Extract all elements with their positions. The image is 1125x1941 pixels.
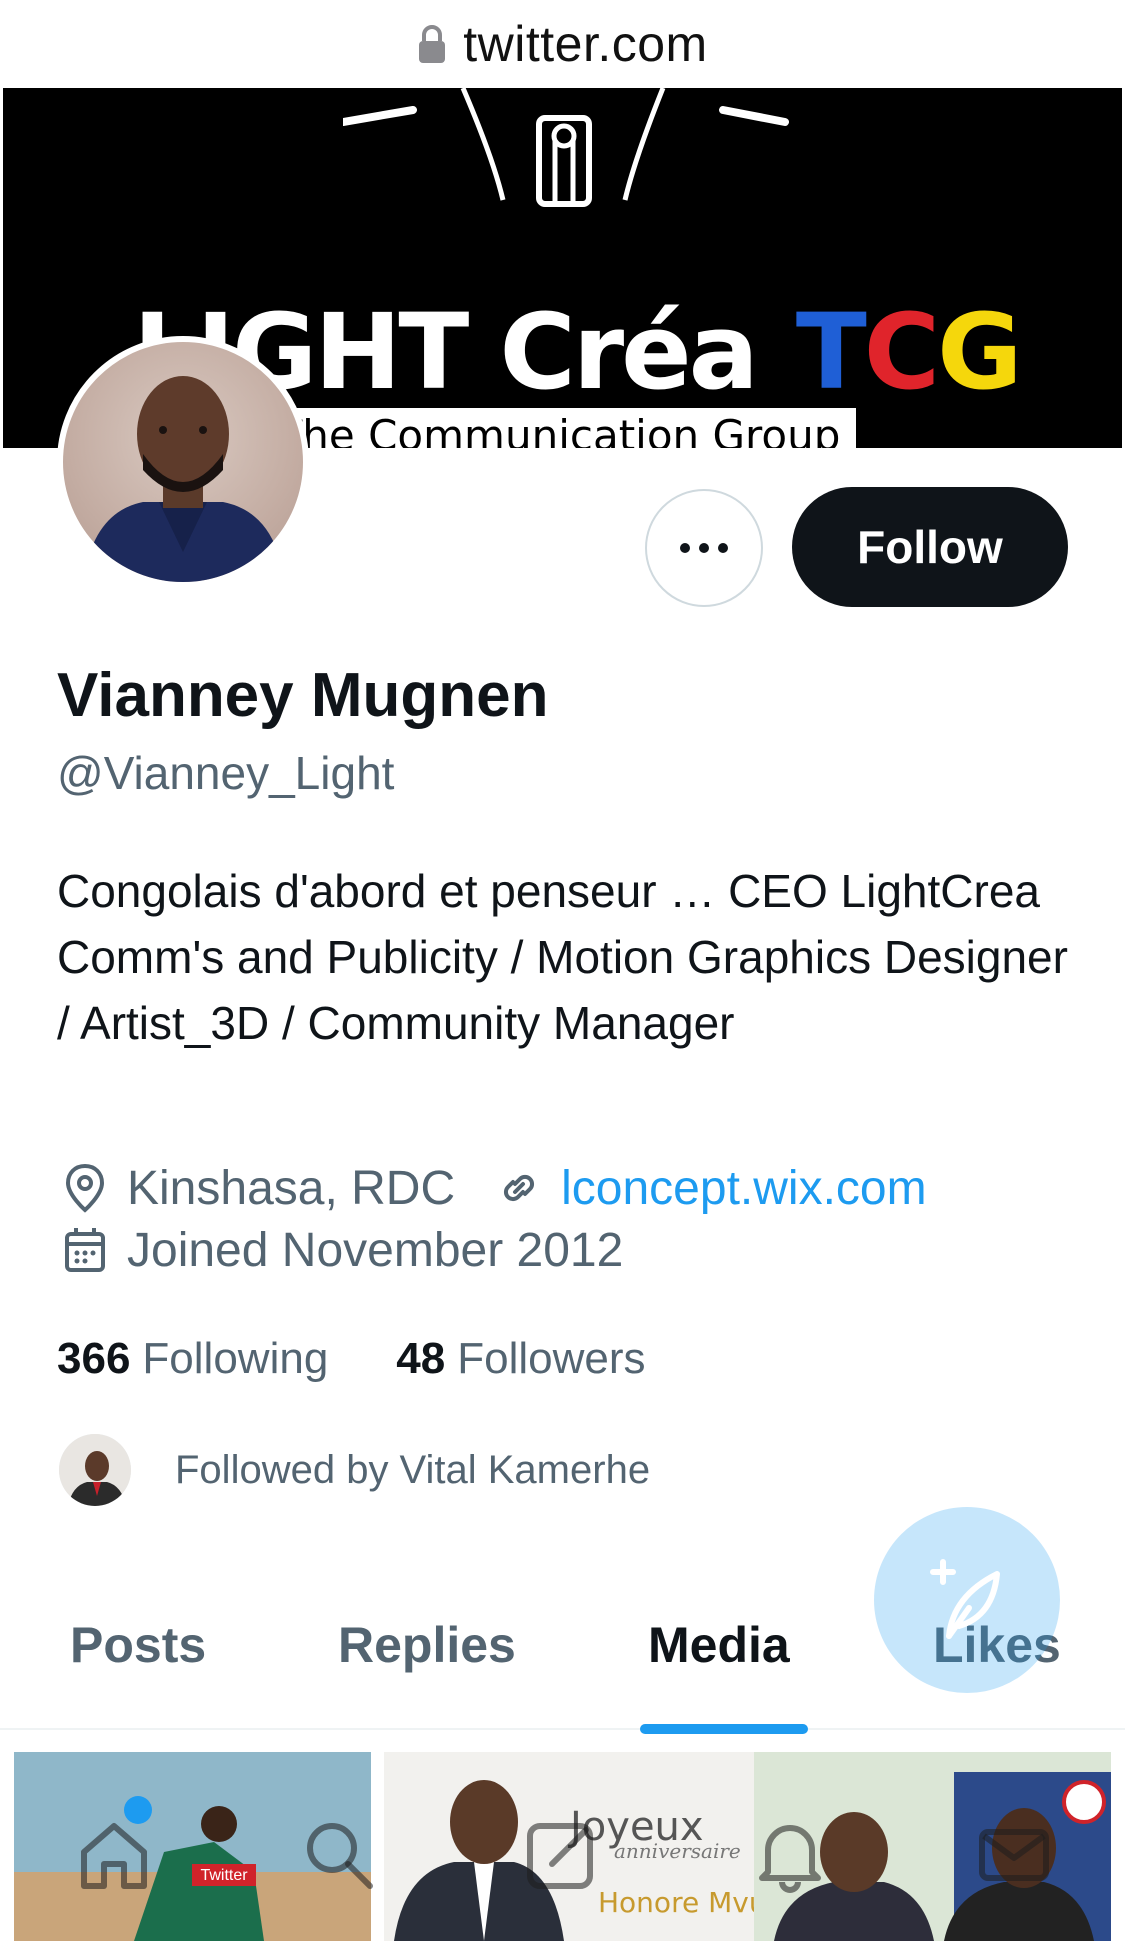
compose-icon[interactable]: [520, 1812, 604, 1896]
followers-count: 48: [396, 1334, 446, 1383]
url-bar[interactable]: twitter.com: [0, 0, 1125, 88]
profile-joined: Joined November 2012: [127, 1223, 624, 1277]
banner-tagline: The Communication Group: [261, 408, 856, 448]
profile-name: Vianney Mugnen: [57, 661, 549, 730]
logo-c: C: [863, 291, 940, 413]
tab-replies[interactable]: Replies: [338, 1616, 516, 1674]
bulb-graphic: [343, 88, 789, 207]
lock-icon: [417, 24, 447, 64]
profile-bio: Congolais d'abord et penseur … CEO Light…: [57, 865, 1068, 1049]
followed-by-text: Followed by Vital Kamerhe: [175, 1447, 651, 1492]
compose-feather-icon: [930, 1559, 1000, 1639]
following-link[interactable]: 366 Following: [57, 1334, 328, 1384]
active-tab-indicator: [640, 1724, 808, 1734]
profile-handle: @Vianney_Light: [57, 747, 395, 799]
avatar-portrait: [83, 376, 285, 582]
more-icon-dot: [699, 543, 709, 553]
logo-tcg: T C G: [795, 291, 1023, 413]
search-icon[interactable]: [296, 1812, 380, 1896]
logo-g: G: [937, 291, 1022, 413]
profile-meta-row: Kinshasa, RDC lconcept.wix.com: [57, 1160, 927, 1216]
more-icon-dot: [718, 543, 728, 553]
url-domain: twitter.com: [463, 16, 708, 72]
more-icon: [680, 543, 690, 553]
calendar-icon: [57, 1222, 113, 1278]
following-label: Following: [142, 1334, 329, 1383]
home-notification-dot: [124, 1796, 152, 1824]
followers-label: Followers: [457, 1334, 646, 1383]
profile-location: Kinshasa, RDC: [127, 1161, 456, 1215]
mail-icon[interactable]: [972, 1812, 1056, 1896]
home-icon[interactable]: [72, 1812, 156, 1896]
compose-fab-button[interactable]: [874, 1507, 1060, 1693]
follow-stats: 366 Following 48 Followers: [57, 1334, 646, 1384]
bell-icon[interactable]: [748, 1812, 832, 1896]
tab-media[interactable]: Media: [648, 1616, 790, 1674]
follow-button[interactable]: Follow: [792, 487, 1068, 607]
follower-avatar: [57, 1432, 133, 1508]
followed-by[interactable]: Followed by Vital Kamerhe: [57, 1432, 650, 1508]
link-icon: [491, 1160, 547, 1216]
bottom-nav: [0, 1790, 1125, 1941]
profile-joined-row: Joined November 2012: [57, 1222, 623, 1278]
tab-posts[interactable]: Posts: [70, 1616, 206, 1674]
followers-link[interactable]: 48 Followers: [396, 1334, 645, 1384]
logo-t: T: [795, 291, 867, 413]
following-count: 366: [57, 1334, 131, 1383]
profile-website-link[interactable]: lconcept.wix.com: [561, 1161, 926, 1216]
profile-page: twitter.com LIGHT Créa T C G The Communi…: [0, 0, 1125, 1941]
profile-avatar[interactable]: [57, 336, 309, 588]
more-options-button[interactable]: [645, 489, 763, 607]
location-icon: [57, 1160, 113, 1216]
